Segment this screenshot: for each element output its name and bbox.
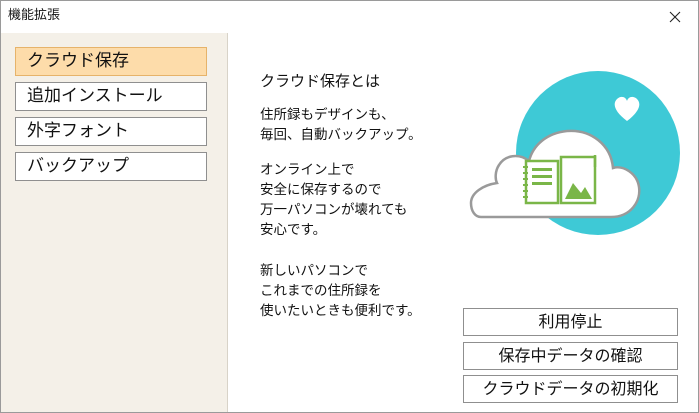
description-line: 安全に保存するので bbox=[260, 182, 382, 198]
description-line: オンライン上で bbox=[260, 162, 355, 178]
description-line: 安心です。 bbox=[260, 222, 327, 238]
sidebar-item-external-font[interactable]: 外字フォント bbox=[15, 117, 207, 146]
description-line: これまでの住所録を bbox=[260, 283, 382, 299]
sidebar-item-additional-install[interactable]: 追加インストール bbox=[15, 82, 207, 111]
main-content: クラウド保存とは 住所録もデザインも、 毎回、自動バックアップ。 オンライン上で… bbox=[228, 33, 698, 412]
description-line: 住所録もデザインも、 bbox=[260, 107, 395, 123]
photo-album-icon bbox=[559, 155, 597, 205]
close-button[interactable] bbox=[652, 1, 698, 32]
cloud-storage-illustration bbox=[461, 69, 686, 241]
description-line: 使いたいときも便利です。 bbox=[260, 303, 421, 319]
notebook-icon bbox=[523, 159, 560, 205]
description-line: 毎回、自動バックアップ。 bbox=[260, 127, 422, 143]
description-line: 万一パソコンが壊れても bbox=[260, 202, 408, 218]
window-title: 機能拡張 bbox=[8, 8, 61, 23]
description-line: 新しいパソコンで bbox=[260, 263, 368, 279]
check-saved-data-button[interactable]: 保存中データの確認 bbox=[463, 342, 678, 370]
section-heading: クラウド保存とは bbox=[260, 72, 381, 90]
extension-dialog: 機能拡張 クラウド保存 追加インストール 外字フォント バックアップ クラウド保… bbox=[0, 0, 699, 413]
sidebar-item-backup[interactable]: バックアップ bbox=[15, 152, 207, 181]
stop-service-button[interactable]: 利用停止 bbox=[463, 308, 678, 336]
title-bar: 機能拡張 bbox=[1, 1, 698, 33]
reset-cloud-data-button[interactable]: クラウドデータの初期化 bbox=[463, 375, 678, 403]
close-icon bbox=[669, 11, 681, 22]
sidebar-item-cloud-storage[interactable]: クラウド保存 bbox=[15, 47, 207, 76]
description-paragraph: オンライン上で 安全に保存するので 万一パソコンが壊れても 安心です。 bbox=[260, 160, 407, 240]
description-paragraph: 新しいパソコンで これまでの住所録を 使いたいときも便利です。 bbox=[260, 261, 421, 321]
description-paragraph: 住所録もデザインも、 毎回、自動バックアップ。 bbox=[260, 105, 422, 145]
sidebar: クラウド保存 追加インストール 外字フォント バックアップ bbox=[1, 33, 228, 412]
